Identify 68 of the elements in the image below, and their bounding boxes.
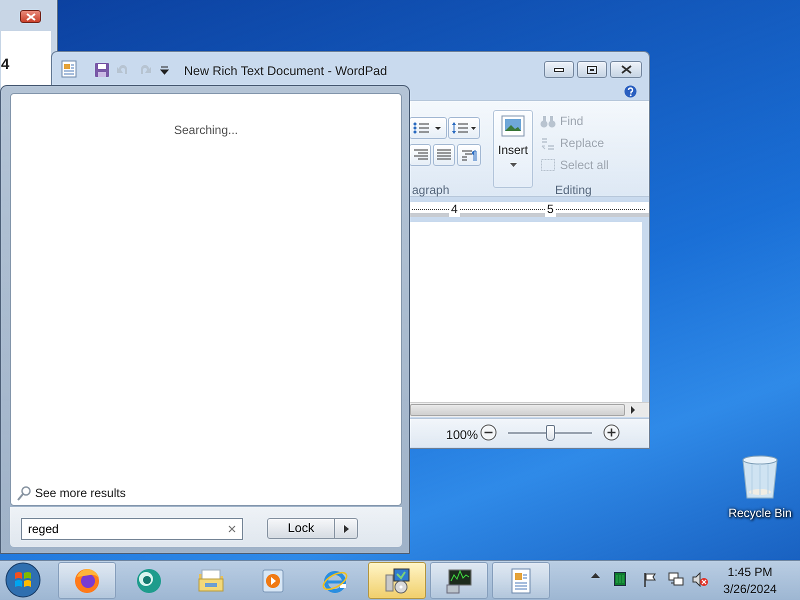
arrow-right-icon xyxy=(344,524,348,532)
circle-logo-icon xyxy=(135,566,163,594)
close-icon xyxy=(26,12,36,20)
zoom-in-icon xyxy=(603,424,620,441)
close-button[interactable] xyxy=(20,10,41,23)
windows-logo-icon xyxy=(5,562,41,598)
picture-icon xyxy=(501,115,525,137)
line-spacing-button[interactable] xyxy=(448,117,480,139)
network-icon[interactable] xyxy=(668,572,684,587)
restore-icon xyxy=(587,66,597,74)
align-right-icon xyxy=(412,148,428,162)
slider-thumb[interactable] xyxy=(546,425,555,441)
scrollbar-thumb[interactable] xyxy=(410,404,625,416)
folder-icon xyxy=(197,566,225,594)
clock[interactable]: 1:45 PM 3/26/2024 xyxy=(712,564,788,598)
ruler-number: 4 xyxy=(449,202,460,217)
app-icon[interactable] xyxy=(61,60,77,78)
selection-icon xyxy=(540,158,556,172)
list-button[interactable] xyxy=(409,117,447,139)
zoom-out-icon xyxy=(480,424,497,441)
caret-icon xyxy=(510,163,516,167)
flag-icon[interactable] xyxy=(643,572,657,587)
document-text: 4 xyxy=(1,55,10,75)
speaker-muted-icon[interactable] xyxy=(692,572,708,587)
paragraph-icon xyxy=(460,148,478,162)
taskbar-button[interactable] xyxy=(430,562,488,599)
dropdown-icon[interactable] xyxy=(160,66,169,75)
minimize-icon xyxy=(554,68,564,72)
justify-button[interactable] xyxy=(433,144,455,166)
zoom-in-button[interactable] xyxy=(603,424,620,441)
see-more-link[interactable]: See more results xyxy=(17,484,126,502)
binoculars-icon xyxy=(540,114,556,128)
save-icon[interactable] xyxy=(94,62,110,78)
taskbar-button[interactable] xyxy=(368,562,426,599)
search-field[interactable]: reged xyxy=(21,518,243,540)
ruler-number: 5 xyxy=(545,202,556,217)
computer-disc-icon xyxy=(383,566,411,594)
options-button[interactable] xyxy=(335,518,358,539)
search-icon xyxy=(17,486,31,500)
zoom-out-button[interactable] xyxy=(480,424,497,441)
start-button[interactable] xyxy=(5,562,41,598)
recycle-bin-icon xyxy=(740,454,780,500)
browser-icon xyxy=(73,566,101,594)
line-spacing-icon xyxy=(451,121,477,135)
bullet-list-icon xyxy=(412,121,444,135)
group-label: Editing xyxy=(555,182,592,199)
justify-icon xyxy=(436,148,452,162)
show-hidden-icon[interactable] xyxy=(591,572,600,578)
search-status: Searching... xyxy=(172,122,240,139)
group-label: agraph xyxy=(412,182,450,199)
window-title: New Rich Text Document - WordPad xyxy=(184,63,388,80)
align-right-button[interactable] xyxy=(409,144,431,166)
zoom-level: 100% xyxy=(446,427,478,444)
help-icon[interactable] xyxy=(624,85,637,98)
replace-icon xyxy=(540,136,556,150)
clock-date: 3/26/2024 xyxy=(722,581,778,598)
monitor-graph-icon xyxy=(445,566,473,594)
insert-button[interactable]: Insert xyxy=(493,110,533,188)
app-status-icon[interactable] xyxy=(614,572,626,586)
close-icon xyxy=(620,65,632,74)
clear-icon[interactable] xyxy=(228,525,236,533)
clock-time: 1:45 PM xyxy=(726,564,774,581)
restore-button[interactable] xyxy=(577,61,607,78)
minimize-button[interactable] xyxy=(544,61,574,78)
paragraph-button[interactable] xyxy=(457,144,481,166)
scroll-right-icon[interactable] xyxy=(630,406,636,414)
lock-button[interactable]: Lock xyxy=(267,518,335,539)
close-button[interactable] xyxy=(610,61,642,78)
